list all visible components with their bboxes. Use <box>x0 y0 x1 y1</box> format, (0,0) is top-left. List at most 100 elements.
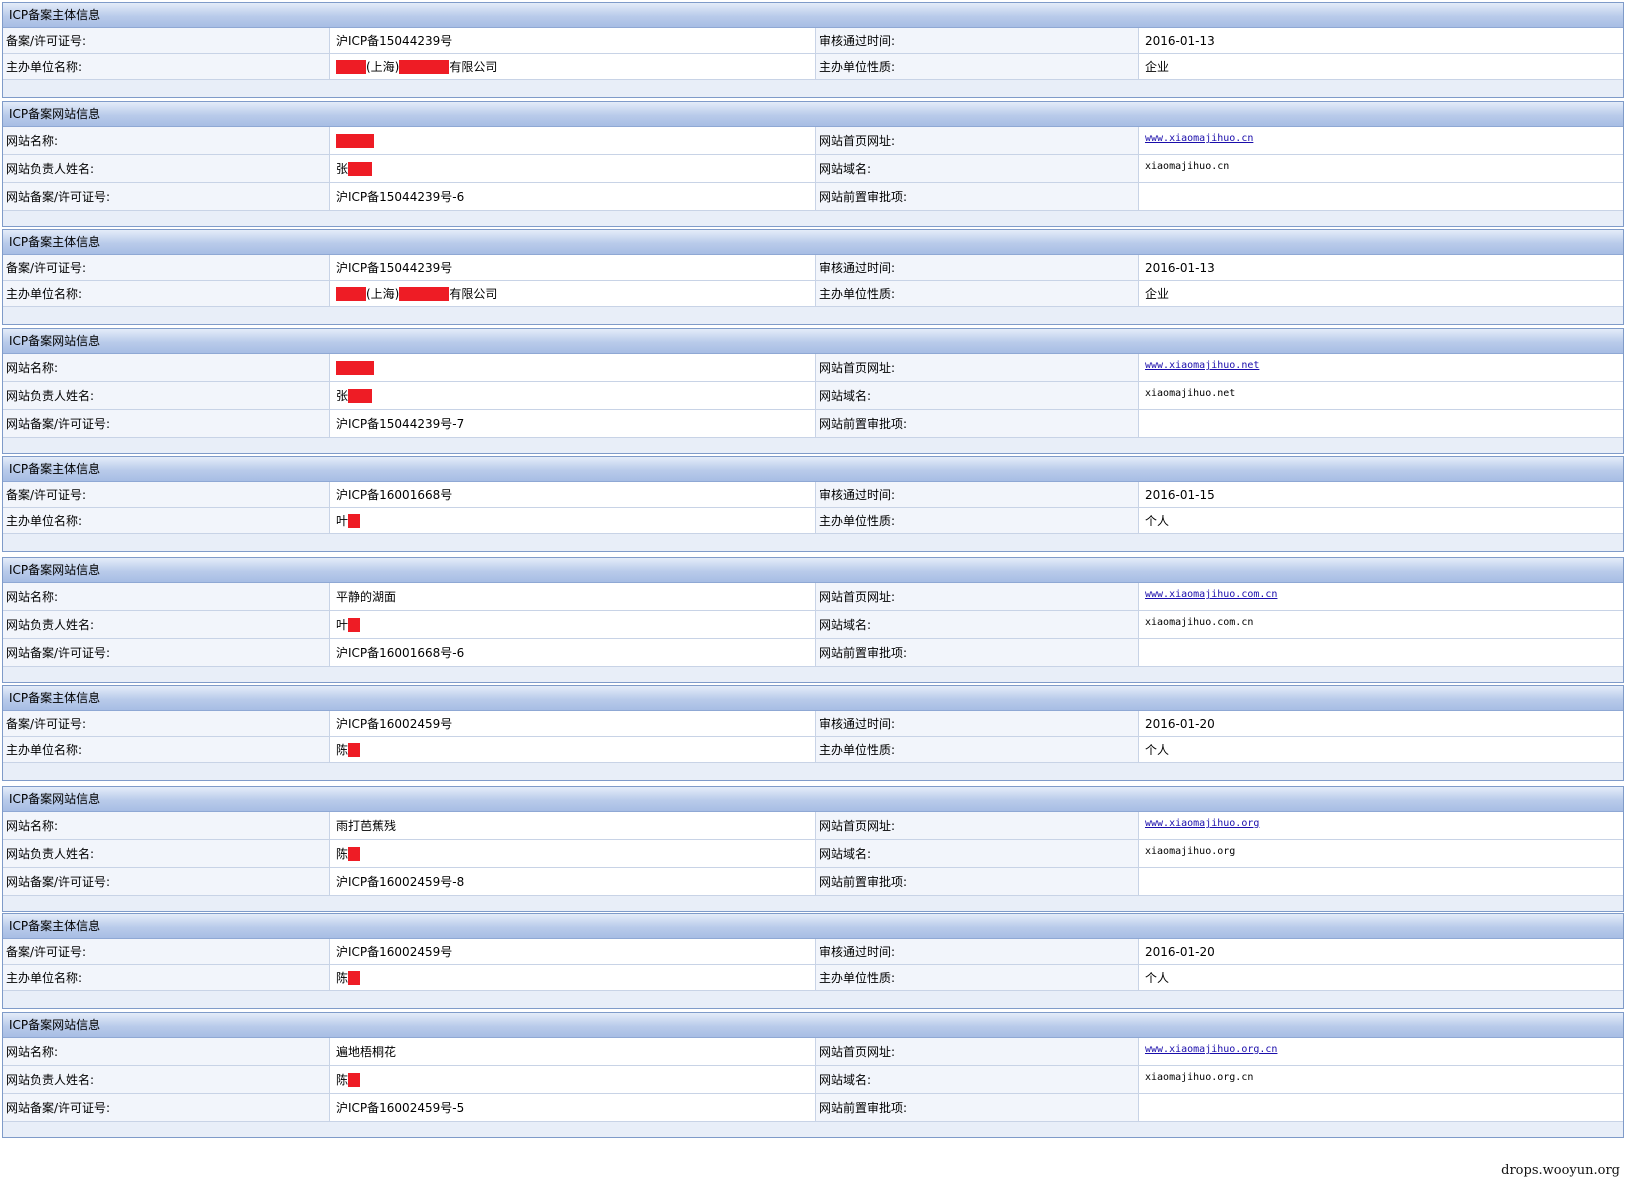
field-value: 雨打芭蕉残 <box>330 812 816 839</box>
field-value: 陈 <box>330 737 816 762</box>
field-value <box>1139 639 1623 666</box>
icp-subject-info-block: ICP备案主体信息 备案/许可证号: 沪ICP备16001668号 审核通过时间: 20… <box>2 456 1624 552</box>
homepage-url-link[interactable]: www.xiaomajihuo.org.cn <box>1145 1044 1277 1055</box>
field-value-text: (上海) <box>366 287 400 301</box>
field-label: 网站首页网址: <box>816 127 1139 154</box>
field-label: 网站名称: <box>3 583 330 610</box>
section-title: ICP备案主体信息 <box>3 457 1623 482</box>
info-row: 网站名称: 网站首页网址: www.xiaomajihuo.cn <box>3 127 1623 155</box>
redaction-mark <box>348 846 361 861</box>
info-row: 网站名称: 网站首页网址: www.xiaomajihuo.net <box>3 354 1623 382</box>
homepage-url-link[interactable]: www.xiaomajihuo.org <box>1145 818 1259 829</box>
field-label: 备案/许可证号: <box>3 711 330 736</box>
field-value: 陈 <box>330 840 816 867</box>
field-value: 沪ICP备16002459号-5 <box>330 1094 816 1121</box>
field-value: 沪ICP备15044239号 <box>330 255 816 280</box>
field-label: 网站域名: <box>816 155 1139 182</box>
redaction-mark <box>348 161 373 176</box>
info-row: 网站备案/许可证号: 沪ICP备16001668号-6 网站前置审批项: <box>3 639 1623 667</box>
info-row: 网站备案/许可证号: 沪ICP备16002459号-8 网站前置审批项: <box>3 868 1623 896</box>
field-value-text: 沪ICP备16002459号-5 <box>336 1101 465 1115</box>
field-label: 网站前置审批项: <box>816 639 1139 666</box>
info-row: 网站负责人姓名: 陈 网站域名: xiaomajihuo.org <box>3 840 1623 868</box>
info-row: 主办单位名称: 陈 主办单位性质: 个人 <box>3 965 1623 991</box>
field-label: 主办单位名称: <box>3 508 330 533</box>
field-label: 网站首页网址: <box>816 354 1139 381</box>
field-value-text: 沪ICP备16001668号-6 <box>336 646 465 660</box>
field-value: (上海) 有限公司 <box>330 281 816 306</box>
field-label: 备案/许可证号: <box>3 939 330 964</box>
field-value: 沪ICP备15044239号 <box>330 28 816 53</box>
info-row: 网站负责人姓名: 张 网站域名: xiaomajihuo.cn <box>3 155 1623 183</box>
field-label: 网站名称: <box>3 812 330 839</box>
icp-subject-info-block: ICP备案主体信息 备案/许可证号: 沪ICP备16002459号 审核通过时间: 20… <box>2 913 1624 1009</box>
info-row: 网站负责人姓名: 张 网站域名: xiaomajihuo.net <box>3 382 1623 410</box>
field-value: 陈 <box>330 965 816 990</box>
field-value <box>330 127 816 154</box>
field-value-text: 陈 <box>336 1073 349 1087</box>
field-value <box>330 354 816 381</box>
field-value: 2016-01-13 <box>1139 255 1623 280</box>
field-label: 网站名称: <box>3 354 330 381</box>
field-value-text: 叶 <box>336 514 349 528</box>
field-value-text: 陈 <box>336 971 349 985</box>
icp-website-info-block: ICP备案网站信息 网站名称: 网站首页网址: www.xiaomajihuo.cn 网… <box>2 101 1624 227</box>
field-value-text: 陈 <box>336 847 349 861</box>
field-value: 叶 <box>330 611 816 638</box>
section-title: ICP备案主体信息 <box>3 686 1623 711</box>
field-value-text: (上海) <box>366 60 400 74</box>
field-label: 主办单位性质: <box>816 737 1139 762</box>
field-label: 主办单位名称: <box>3 54 330 79</box>
icp-subject-info-block: ICP备案主体信息 备案/许可证号: 沪ICP备15044239号 审核通过时间: 20… <box>2 2 1624 98</box>
field-label: 主办单位性质: <box>816 508 1139 533</box>
section-title: ICP备案网站信息 <box>3 102 1623 127</box>
field-value: (上海) 有限公司 <box>330 54 816 79</box>
field-label: 网站备案/许可证号: <box>3 1094 330 1121</box>
field-label: 网站前置审批项: <box>816 1094 1139 1121</box>
redaction-mark <box>348 513 361 528</box>
field-value: 2016-01-20 <box>1139 711 1623 736</box>
field-label: 网站名称: <box>3 127 330 154</box>
domain-value: xiaomajihuo.cn <box>1139 155 1623 182</box>
field-value: 张 <box>330 155 816 182</box>
field-value: 企业 <box>1139 54 1623 79</box>
field-value-text: 沪ICP备15044239号 <box>336 261 453 275</box>
field-label: 审核通过时间: <box>816 711 1139 736</box>
info-row: 网站负责人姓名: 陈 网站域名: xiaomajihuo.org.cn <box>3 1066 1623 1094</box>
field-label: 网站备案/许可证号: <box>3 868 330 895</box>
field-label: 网站前置审批项: <box>816 410 1139 437</box>
domain-value: xiaomajihuo.org <box>1139 840 1623 867</box>
field-label: 网站首页网址: <box>816 1038 1139 1065</box>
field-label: 主办单位名称: <box>3 281 330 306</box>
info-row: 备案/许可证号: 沪ICP备16002459号 审核通过时间: 2016-01-20 <box>3 939 1623 965</box>
field-value: 2016-01-13 <box>1139 28 1623 53</box>
field-label: 网站前置审批项: <box>816 868 1139 895</box>
redaction-mark <box>336 360 374 375</box>
field-value-text: 遍地梧桐花 <box>336 1045 397 1059</box>
homepage-url-link[interactable]: www.xiaomajihuo.net <box>1145 360 1259 371</box>
icp-website-info-block: ICP备案网站信息 网站名称: 遍地梧桐花 网站首页网址: www.xiaomajihu… <box>2 1012 1624 1138</box>
field-value-text: 平静的湖面 <box>336 590 397 604</box>
field-value-text: 沪ICP备16001668号 <box>336 488 453 502</box>
section-title: ICP备案网站信息 <box>3 329 1623 354</box>
field-label: 网站负责人姓名: <box>3 382 330 409</box>
info-row: 主办单位名称: 陈 主办单位性质: 个人 <box>3 737 1623 763</box>
field-value: 沪ICP备16002459号-8 <box>330 868 816 895</box>
field-label: 网站域名: <box>816 611 1139 638</box>
info-row: 网站备案/许可证号: 沪ICP备16002459号-5 网站前置审批项: <box>3 1094 1623 1122</box>
field-value: 企业 <box>1139 281 1623 306</box>
field-value: 沪ICP备16002459号 <box>330 711 816 736</box>
homepage-url-link[interactable]: www.xiaomajihuo.com.cn <box>1145 589 1277 600</box>
field-label: 网站备案/许可证号: <box>3 410 330 437</box>
field-value: 遍地梧桐花 <box>330 1038 816 1065</box>
homepage-url-link[interactable]: www.xiaomajihuo.cn <box>1145 133 1253 144</box>
redaction-mark <box>399 286 450 301</box>
field-label: 网站备案/许可证号: <box>3 183 330 210</box>
field-value: 沪ICP备16002459号 <box>330 939 816 964</box>
field-label: 网站首页网址: <box>816 812 1139 839</box>
field-label: 主办单位名称: <box>3 737 330 762</box>
field-value: 沪ICP备15044239号-7 <box>330 410 816 437</box>
section-title: ICP备案网站信息 <box>3 558 1623 583</box>
field-value-text: 沪ICP备15044239号 <box>336 34 453 48</box>
field-value <box>1139 183 1623 210</box>
